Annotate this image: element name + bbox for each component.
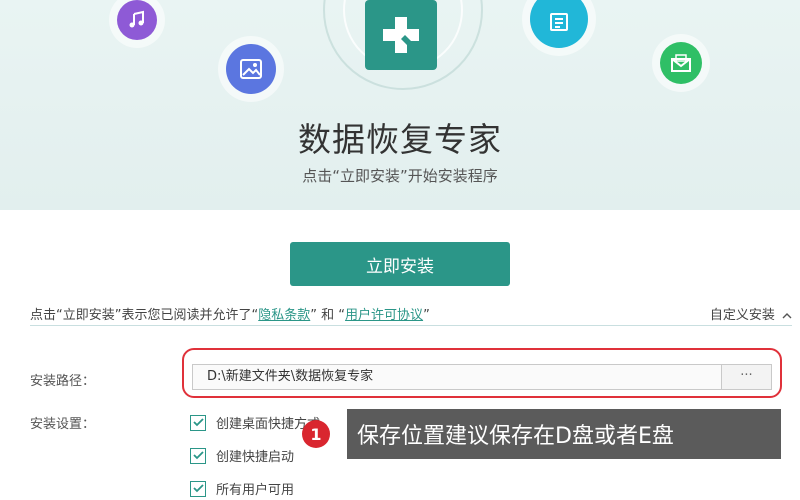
option-label: 所有用户可用 [216,483,295,498]
license-quote-close: ” [423,308,430,323]
option-desktop-shortcut[interactable]: 创建桌面快捷方式 [190,413,320,432]
app-logo-icon [365,0,437,70]
checkbox-checked-icon[interactable] [190,480,206,497]
hero-banner: 数据恢复专家 点击“立即安装”开始安装程序 [0,0,800,210]
install-path-input[interactable]: D:\新建文件夹\数据恢复专家 [192,364,722,390]
browse-button[interactable]: ··· [722,364,772,390]
install-now-button[interactable]: 立即安装 [290,242,510,286]
music-icon [117,0,157,40]
agreement-and: 和 [321,308,335,323]
privacy-quote-close: ” [310,308,317,323]
install-path-label: 安装路径： [30,374,96,389]
checkbox-checked-icon[interactable] [190,414,206,431]
section-divider [30,325,792,326]
image-icon [226,44,276,94]
agreement-prefix: 点击“立即安装”表示您已阅读并允许了 [30,308,252,323]
custom-install-label: 自定义安装 [709,308,775,323]
option-label: 创建快捷启动 [216,450,295,465]
document-icon [530,0,588,48]
chevron-up-icon [782,313,792,319]
agreement-text: 点击“立即安装”表示您已阅读并允许了“隐私条款” 和 “用户许可协议” [30,304,430,323]
install-settings-label: 安装设置： [30,417,96,432]
option-all-users[interactable]: 所有用户可用 [190,479,294,498]
option-quick-launch[interactable]: 创建快捷启动 [190,446,294,465]
annotation-callout: 保存位置建议保存在D盘或者E盘 [347,409,781,459]
user-license-link[interactable]: 用户许可协议 [345,308,423,323]
privacy-terms-link[interactable]: 隐私条款 [258,308,310,323]
app-title: 数据恢复专家 [298,120,502,159]
checkbox-checked-icon[interactable] [190,447,206,464]
custom-install-toggle[interactable]: 自定义安装 [710,304,792,323]
mail-icon [660,42,702,84]
annotation-number-badge: 1 [302,420,330,448]
app-subtitle: 点击“立即安装”开始安装程序 [302,167,498,185]
